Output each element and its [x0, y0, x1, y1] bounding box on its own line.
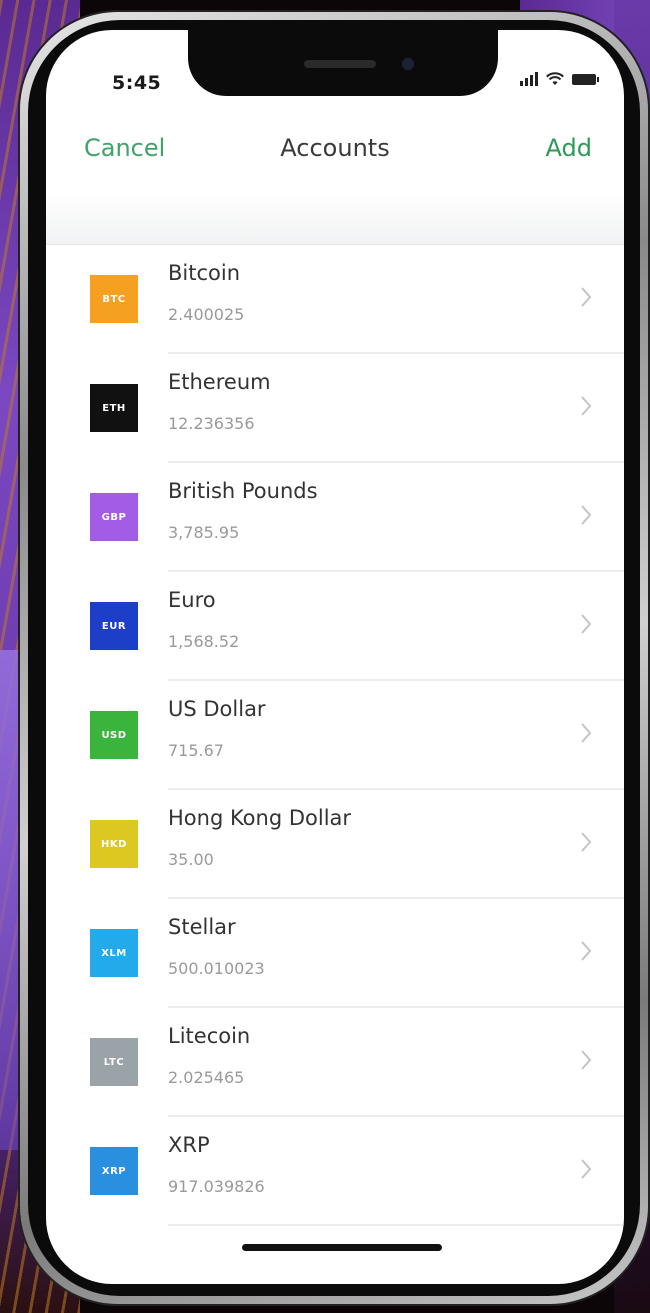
chevron-right-icon — [581, 396, 592, 416]
account-name: Bitcoin — [168, 261, 241, 285]
account-balance: 35.00 — [168, 850, 214, 869]
account-name: Litecoin — [168, 1024, 251, 1048]
wifi-icon — [546, 72, 564, 85]
currency-badge-xlm: XLM — [90, 929, 138, 977]
account-row-btc[interactable]: BTC Bitcoin 2.400025 — [46, 245, 624, 354]
account-balance: 2.025465 — [168, 1068, 245, 1087]
account-row-eth[interactable]: ETH Ethereum 12.236356 — [46, 354, 624, 463]
speaker — [304, 60, 376, 68]
account-balance: 500.010023 — [168, 959, 265, 978]
account-row-gbp[interactable]: GBP British Pounds 3,785.95 — [46, 463, 624, 572]
currency-badge-usd: USD — [90, 711, 138, 759]
battery-icon — [572, 73, 599, 85]
account-name: British Pounds — [168, 479, 318, 503]
header-divider-band — [46, 194, 624, 245]
account-balance: 3,785.95 — [168, 523, 240, 542]
account-balance: 2.400025 — [168, 305, 245, 324]
currency-badge-ltc: LTC — [90, 1038, 138, 1086]
navigation-bar: Cancel Accounts Add — [46, 128, 624, 186]
account-name: XRP — [168, 1133, 210, 1157]
home-indicator[interactable] — [242, 1244, 442, 1251]
chevron-right-icon — [581, 723, 592, 743]
status-time: 5:45 — [112, 72, 162, 94]
account-row-xrp[interactable]: XRP XRP 917.039826 — [46, 1117, 624, 1226]
chevron-right-icon — [581, 1159, 592, 1179]
phone-screen: 5:45 Cancel Accounts Add BTC Bitcoin 2.4… — [46, 30, 624, 1284]
currency-badge-hkd: HKD — [90, 820, 138, 868]
currency-badge-btc: BTC — [90, 275, 138, 323]
front-camera — [402, 58, 414, 70]
chevron-right-icon — [581, 614, 592, 634]
account-name: US Dollar — [168, 697, 266, 721]
account-row-eur[interactable]: EUR Euro 1,568.52 — [46, 572, 624, 681]
currency-badge-eth: ETH — [90, 384, 138, 432]
account-balance: 12.236356 — [168, 414, 255, 433]
account-name: Ethereum — [168, 370, 271, 394]
currency-badge-eur: EUR — [90, 602, 138, 650]
signal-icon — [520, 72, 538, 86]
account-row-ltc[interactable]: LTC Litecoin 2.025465 — [46, 1008, 624, 1117]
currency-badge-xrp: XRP — [90, 1147, 138, 1195]
account-balance: 917.039826 — [168, 1177, 265, 1196]
account-name: Euro — [168, 588, 216, 612]
chevron-right-icon — [581, 1050, 592, 1070]
chevron-right-icon — [581, 505, 592, 525]
notch — [188, 30, 498, 96]
account-balance: 715.67 — [168, 741, 224, 760]
account-row-hkd[interactable]: HKD Hong Kong Dollar 35.00 — [46, 790, 624, 899]
account-name: Stellar — [168, 915, 236, 939]
account-balance: 1,568.52 — [168, 632, 240, 651]
add-button[interactable]: Add — [546, 134, 592, 162]
currency-badge-gbp: GBP — [90, 493, 138, 541]
accounts-list: BTC Bitcoin 2.400025 ETH Ethereum 12.236… — [46, 245, 624, 1226]
chevron-right-icon — [581, 287, 592, 307]
page-title: Accounts — [280, 134, 390, 162]
chevron-right-icon — [581, 941, 592, 961]
account-row-xlm[interactable]: XLM Stellar 500.010023 — [46, 899, 624, 1008]
account-row-usd[interactable]: USD US Dollar 715.67 — [46, 681, 624, 790]
account-name: Hong Kong Dollar — [168, 806, 352, 830]
chevron-right-icon — [581, 832, 592, 852]
status-icons — [520, 72, 599, 86]
row-separator — [168, 1224, 624, 1226]
